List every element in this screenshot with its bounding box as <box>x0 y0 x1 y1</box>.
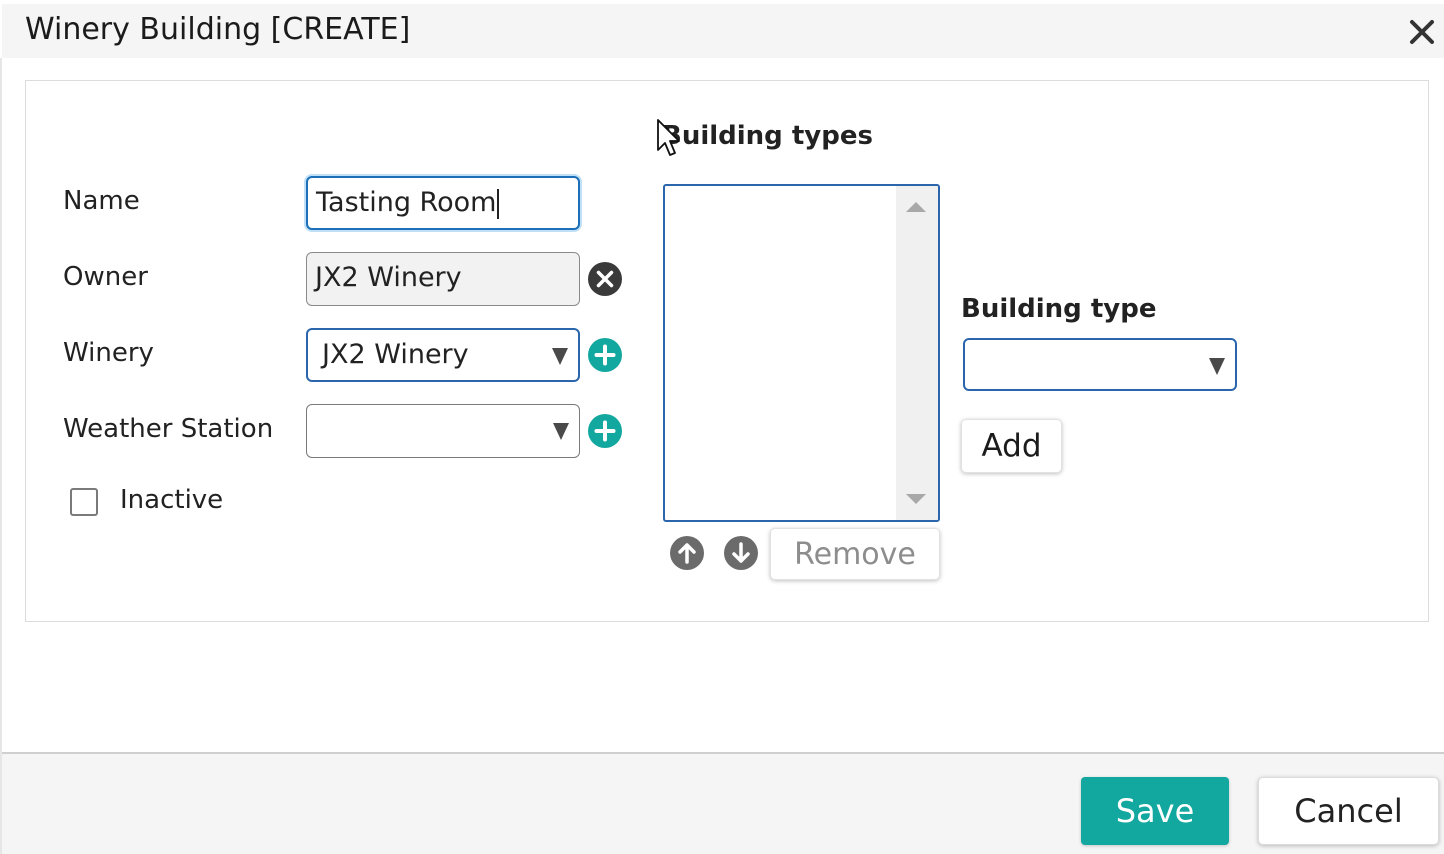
winery-select-value: JX2 Winery <box>322 339 469 370</box>
dialog-title: Winery Building [CREATE] <box>25 12 411 47</box>
building-types-title: Building types <box>662 121 873 151</box>
building-types-listbox[interactable] <box>663 184 940 522</box>
owner-field: JX2 Winery <box>306 252 580 306</box>
text-cursor <box>497 188 500 219</box>
add-building-type-button[interactable]: Add <box>961 419 1062 473</box>
winery-select[interactable]: JX2 Winery <box>306 328 580 382</box>
winery-label: Winery <box>63 338 154 368</box>
arrow-up-circle-icon[interactable] <box>669 535 705 571</box>
add-weather-station-icon[interactable] <box>587 413 623 449</box>
weather-station-label: Weather Station <box>63 414 274 444</box>
chevron-down-icon <box>1209 358 1225 375</box>
inactive-label: Inactive <box>120 485 224 515</box>
building-type-select[interactable] <box>963 338 1237 391</box>
chevron-down-icon <box>552 348 568 365</box>
name-input[interactable]: Tasting Room <box>306 176 580 230</box>
chevron-down-icon <box>553 423 569 440</box>
owner-label: Owner <box>63 262 148 292</box>
dialog-header: Winery Building [CREATE] <box>2 4 1444 58</box>
clear-circle-icon[interactable] <box>587 261 623 297</box>
dialog-left-edge <box>0 58 2 854</box>
name-label: Name <box>63 186 140 216</box>
arrow-down-circle-icon[interactable] <box>723 535 759 571</box>
save-button[interactable]: Save <box>1081 777 1229 845</box>
add-winery-icon[interactable] <box>587 337 623 373</box>
listbox-scrollbar[interactable] <box>896 186 938 520</box>
inactive-checkbox[interactable] <box>70 488 98 516</box>
close-icon[interactable] <box>1404 14 1440 50</box>
scroll-down-icon[interactable] <box>906 494 926 504</box>
owner-field-value: JX2 Winery <box>315 262 462 293</box>
weather-station-select[interactable] <box>306 404 580 458</box>
scroll-up-icon[interactable] <box>906 202 926 212</box>
name-input-value: Tasting Room <box>316 187 497 218</box>
building-type-label: Building type <box>961 294 1157 324</box>
cancel-button[interactable]: Cancel <box>1258 777 1439 845</box>
remove-button[interactable]: Remove <box>770 528 940 580</box>
